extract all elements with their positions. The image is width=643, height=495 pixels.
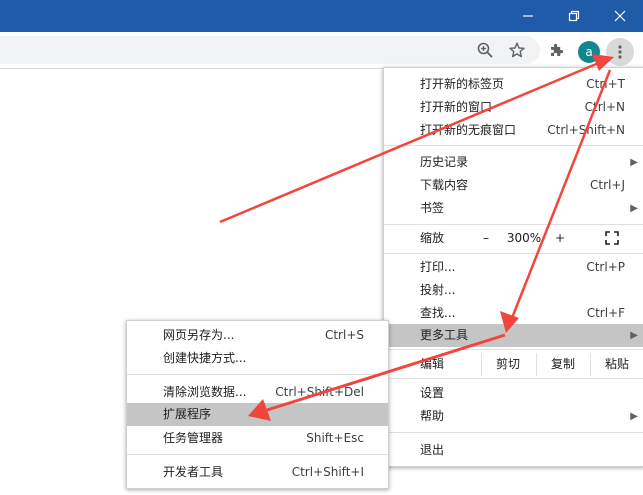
menu-item-bookmarks[interactable]: 书签 ▶: [384, 197, 643, 220]
menu-item-cast[interactable]: 投射...: [384, 279, 643, 302]
submenu-item-create-shortcut[interactable]: 创建快捷方式...: [127, 347, 388, 370]
menu-item-history[interactable]: 历史记录 ▶: [384, 151, 643, 174]
chevron-right-icon: ▶: [630, 157, 638, 168]
browser-menu-button[interactable]: [606, 38, 634, 66]
submenu-item-extensions[interactable]: 扩展程序: [127, 403, 388, 426]
browser-main-menu: 打开新的标签页 Ctrl+T 打开新的窗口 Ctrl+N 打开新的无痕窗口 Ct…: [383, 67, 643, 467]
menu-divider: [384, 349, 643, 350]
menu-divider: [384, 253, 643, 254]
extensions-button[interactable]: [545, 38, 569, 62]
submenu-item-developer-tools[interactable]: 开发者工具 Ctrl+Shift+I: [127, 461, 388, 484]
chevron-right-icon: ▶: [630, 411, 638, 422]
close-icon: [614, 10, 626, 22]
bookmark-star-button[interactable]: [505, 38, 529, 62]
menu-divider: [127, 454, 388, 455]
cut-button[interactable]: 剪切: [481, 353, 534, 376]
copy-button[interactable]: 复制: [536, 353, 589, 376]
menu-item-settings[interactable]: 设置: [384, 382, 643, 405]
menu-item-downloads[interactable]: 下载内容 Ctrl+J: [384, 174, 643, 197]
zoom-in-button[interactable]: +: [550, 227, 570, 250]
profile-avatar[interactable]: a: [578, 41, 600, 63]
address-bar[interactable]: [0, 36, 540, 64]
fullscreen-icon: [605, 231, 619, 245]
menu-item-find[interactable]: 查找... Ctrl+F: [384, 302, 643, 325]
paste-button[interactable]: 粘贴: [590, 353, 643, 376]
submenu-item-task-manager[interactable]: 任务管理器 Shift+Esc: [127, 427, 388, 450]
menu-divider: [384, 378, 643, 379]
title-bar: [0, 0, 643, 32]
menu-divider: [384, 224, 643, 225]
minimize-button[interactable]: [505, 0, 551, 32]
submenu-item-clear-browsing-data[interactable]: 清除浏览数据... Ctrl+Shift+Del: [127, 381, 388, 404]
menu-divider: [384, 145, 643, 146]
zoom-level-value: 300%: [506, 231, 542, 245]
menu-item-new-incognito-window[interactable]: 打开新的无痕窗口 Ctrl+Shift+N: [384, 119, 643, 142]
menu-item-more-tools[interactable]: 更多工具 ▶: [384, 324, 643, 347]
menu-divider: [127, 374, 388, 375]
chevron-right-icon: ▶: [630, 203, 638, 214]
menu-row-edit: 编辑 剪切 复制 粘贴: [384, 353, 643, 376]
avatar-letter: a: [585, 45, 593, 59]
fullscreen-button[interactable]: [598, 227, 626, 250]
zoom-out-button[interactable]: –: [476, 227, 496, 250]
zoom-indicator-button[interactable]: [473, 38, 497, 62]
submenu-item-save-page-as[interactable]: 网页另存为... Ctrl+S: [127, 324, 388, 347]
menu-item-new-window[interactable]: 打开新的窗口 Ctrl+N: [384, 96, 643, 119]
star-icon: [509, 42, 525, 58]
more-tools-submenu: 网页另存为... Ctrl+S 创建快捷方式... 清除浏览数据... Ctrl…: [126, 320, 389, 489]
close-button[interactable]: [597, 0, 643, 32]
restore-icon: [568, 10, 580, 22]
browser-toolbar: [0, 32, 643, 69]
three-dots-vertical-icon: [618, 45, 622, 59]
zoom-in-icon: [477, 42, 493, 58]
menu-item-help[interactable]: 帮助 ▶: [384, 405, 643, 428]
chevron-right-icon: ▶: [630, 330, 638, 341]
restore-button[interactable]: [551, 0, 597, 32]
menu-divider: [384, 432, 643, 433]
minimize-icon: [523, 15, 533, 17]
menu-row-zoom: 缩放 – 300% +: [384, 227, 643, 250]
puzzle-icon: [551, 43, 564, 56]
menu-item-print[interactable]: 打印... Ctrl+P: [384, 256, 643, 279]
menu-item-new-tab[interactable]: 打开新的标签页 Ctrl+T: [384, 73, 643, 96]
menu-item-exit[interactable]: 退出: [384, 439, 643, 462]
